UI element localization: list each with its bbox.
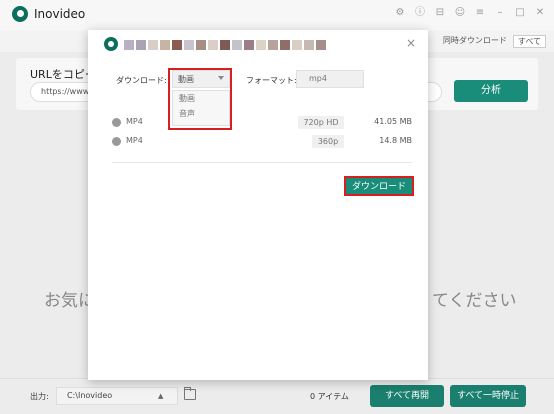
pixel-block: [232, 40, 242, 50]
pause-all-button[interactable]: すべて一時停止: [450, 385, 526, 407]
pixel-block: [280, 40, 290, 50]
pixel-block: [292, 40, 302, 50]
pixel-block: [124, 40, 134, 50]
download-type-label: ダウンロード:: [116, 76, 167, 85]
output-label: 出力:: [30, 392, 49, 401]
download-button[interactable]: ダウンロード: [344, 176, 414, 196]
format-label: フォーマット:: [246, 76, 297, 85]
pixel-block: [268, 40, 278, 50]
analyze-button[interactable]: 分析: [454, 80, 528, 102]
download-options-dialog: × ダウンロード: 動画 動画 音声 フォーマット: mp4 MP4 720p …: [88, 30, 428, 380]
dialog-close-icon[interactable]: ×: [406, 36, 416, 50]
info-icon[interactable]: ⓘ: [414, 6, 426, 20]
radio-button[interactable]: [112, 137, 121, 146]
format-row[interactable]: MP4 720p HD 41.05 MB: [112, 116, 412, 130]
concurrent-downloads: 同時ダウンロード すべて: [443, 35, 546, 48]
close-icon[interactable]: ✕: [534, 6, 546, 20]
pixel-block: [148, 40, 158, 50]
format-row[interactable]: MP4 360p 14.8 MB: [112, 135, 412, 149]
folder-icon[interactable]: [184, 387, 196, 400]
app-logo-icon: [12, 6, 28, 22]
concurrent-downloads-select[interactable]: すべて: [512, 35, 546, 48]
pixel-block: [196, 40, 206, 50]
cart-icon[interactable]: ⊟: [434, 6, 446, 20]
row-format: MP4: [126, 117, 143, 126]
dialog-logo-icon: [104, 37, 118, 51]
row-quality: 360p: [312, 135, 344, 148]
divider: [112, 162, 412, 163]
pixel-block: [244, 40, 254, 50]
bottom-bar: 出力: C:\Inovideo ▲ 0 アイテム すべて再開 すべて一時停止: [0, 378, 554, 414]
pixelated-video-title: [124, 40, 326, 50]
empty-hint-right: てください: [432, 291, 517, 311]
row-format: MP4: [126, 136, 143, 145]
title-bar: Inovideo ⚙ ⓘ ⊟ ☺ ≡ – □ ✕: [0, 0, 554, 30]
items-count: 0 アイテム: [310, 392, 349, 401]
feedback-icon[interactable]: ☺: [454, 6, 466, 20]
maximize-icon[interactable]: □: [514, 6, 526, 20]
resume-all-button[interactable]: すべて再開: [370, 385, 444, 407]
pixel-block: [256, 40, 266, 50]
pixel-block: [208, 40, 218, 50]
pixel-block: [316, 40, 326, 50]
output-dropdown-icon[interactable]: ▲: [158, 392, 163, 400]
radio-button[interactable]: [112, 118, 121, 127]
minimize-icon[interactable]: –: [494, 6, 506, 20]
settings-icon[interactable]: ⚙: [394, 6, 406, 20]
format-select[interactable]: mp4: [296, 70, 364, 88]
pixel-block: [184, 40, 194, 50]
url-label: URLをコピー: [30, 68, 96, 81]
concurrent-downloads-label: 同時ダウンロード: [442, 36, 507, 45]
pixel-block: [136, 40, 146, 50]
app-title: Inovideo: [34, 7, 86, 21]
row-size: 41.05 MB: [374, 117, 412, 126]
pixel-block: [220, 40, 230, 50]
window-controls: ⚙ ⓘ ⊟ ☺ ≡ – □ ✕: [394, 6, 546, 20]
pixel-block: [172, 40, 182, 50]
row-size: 14.8 MB: [379, 136, 412, 145]
pixel-block: [160, 40, 170, 50]
row-quality: 720p HD: [298, 116, 344, 129]
menu-icon[interactable]: ≡: [474, 6, 486, 20]
pixel-block: [304, 40, 314, 50]
dialog-header: ×: [88, 30, 428, 60]
